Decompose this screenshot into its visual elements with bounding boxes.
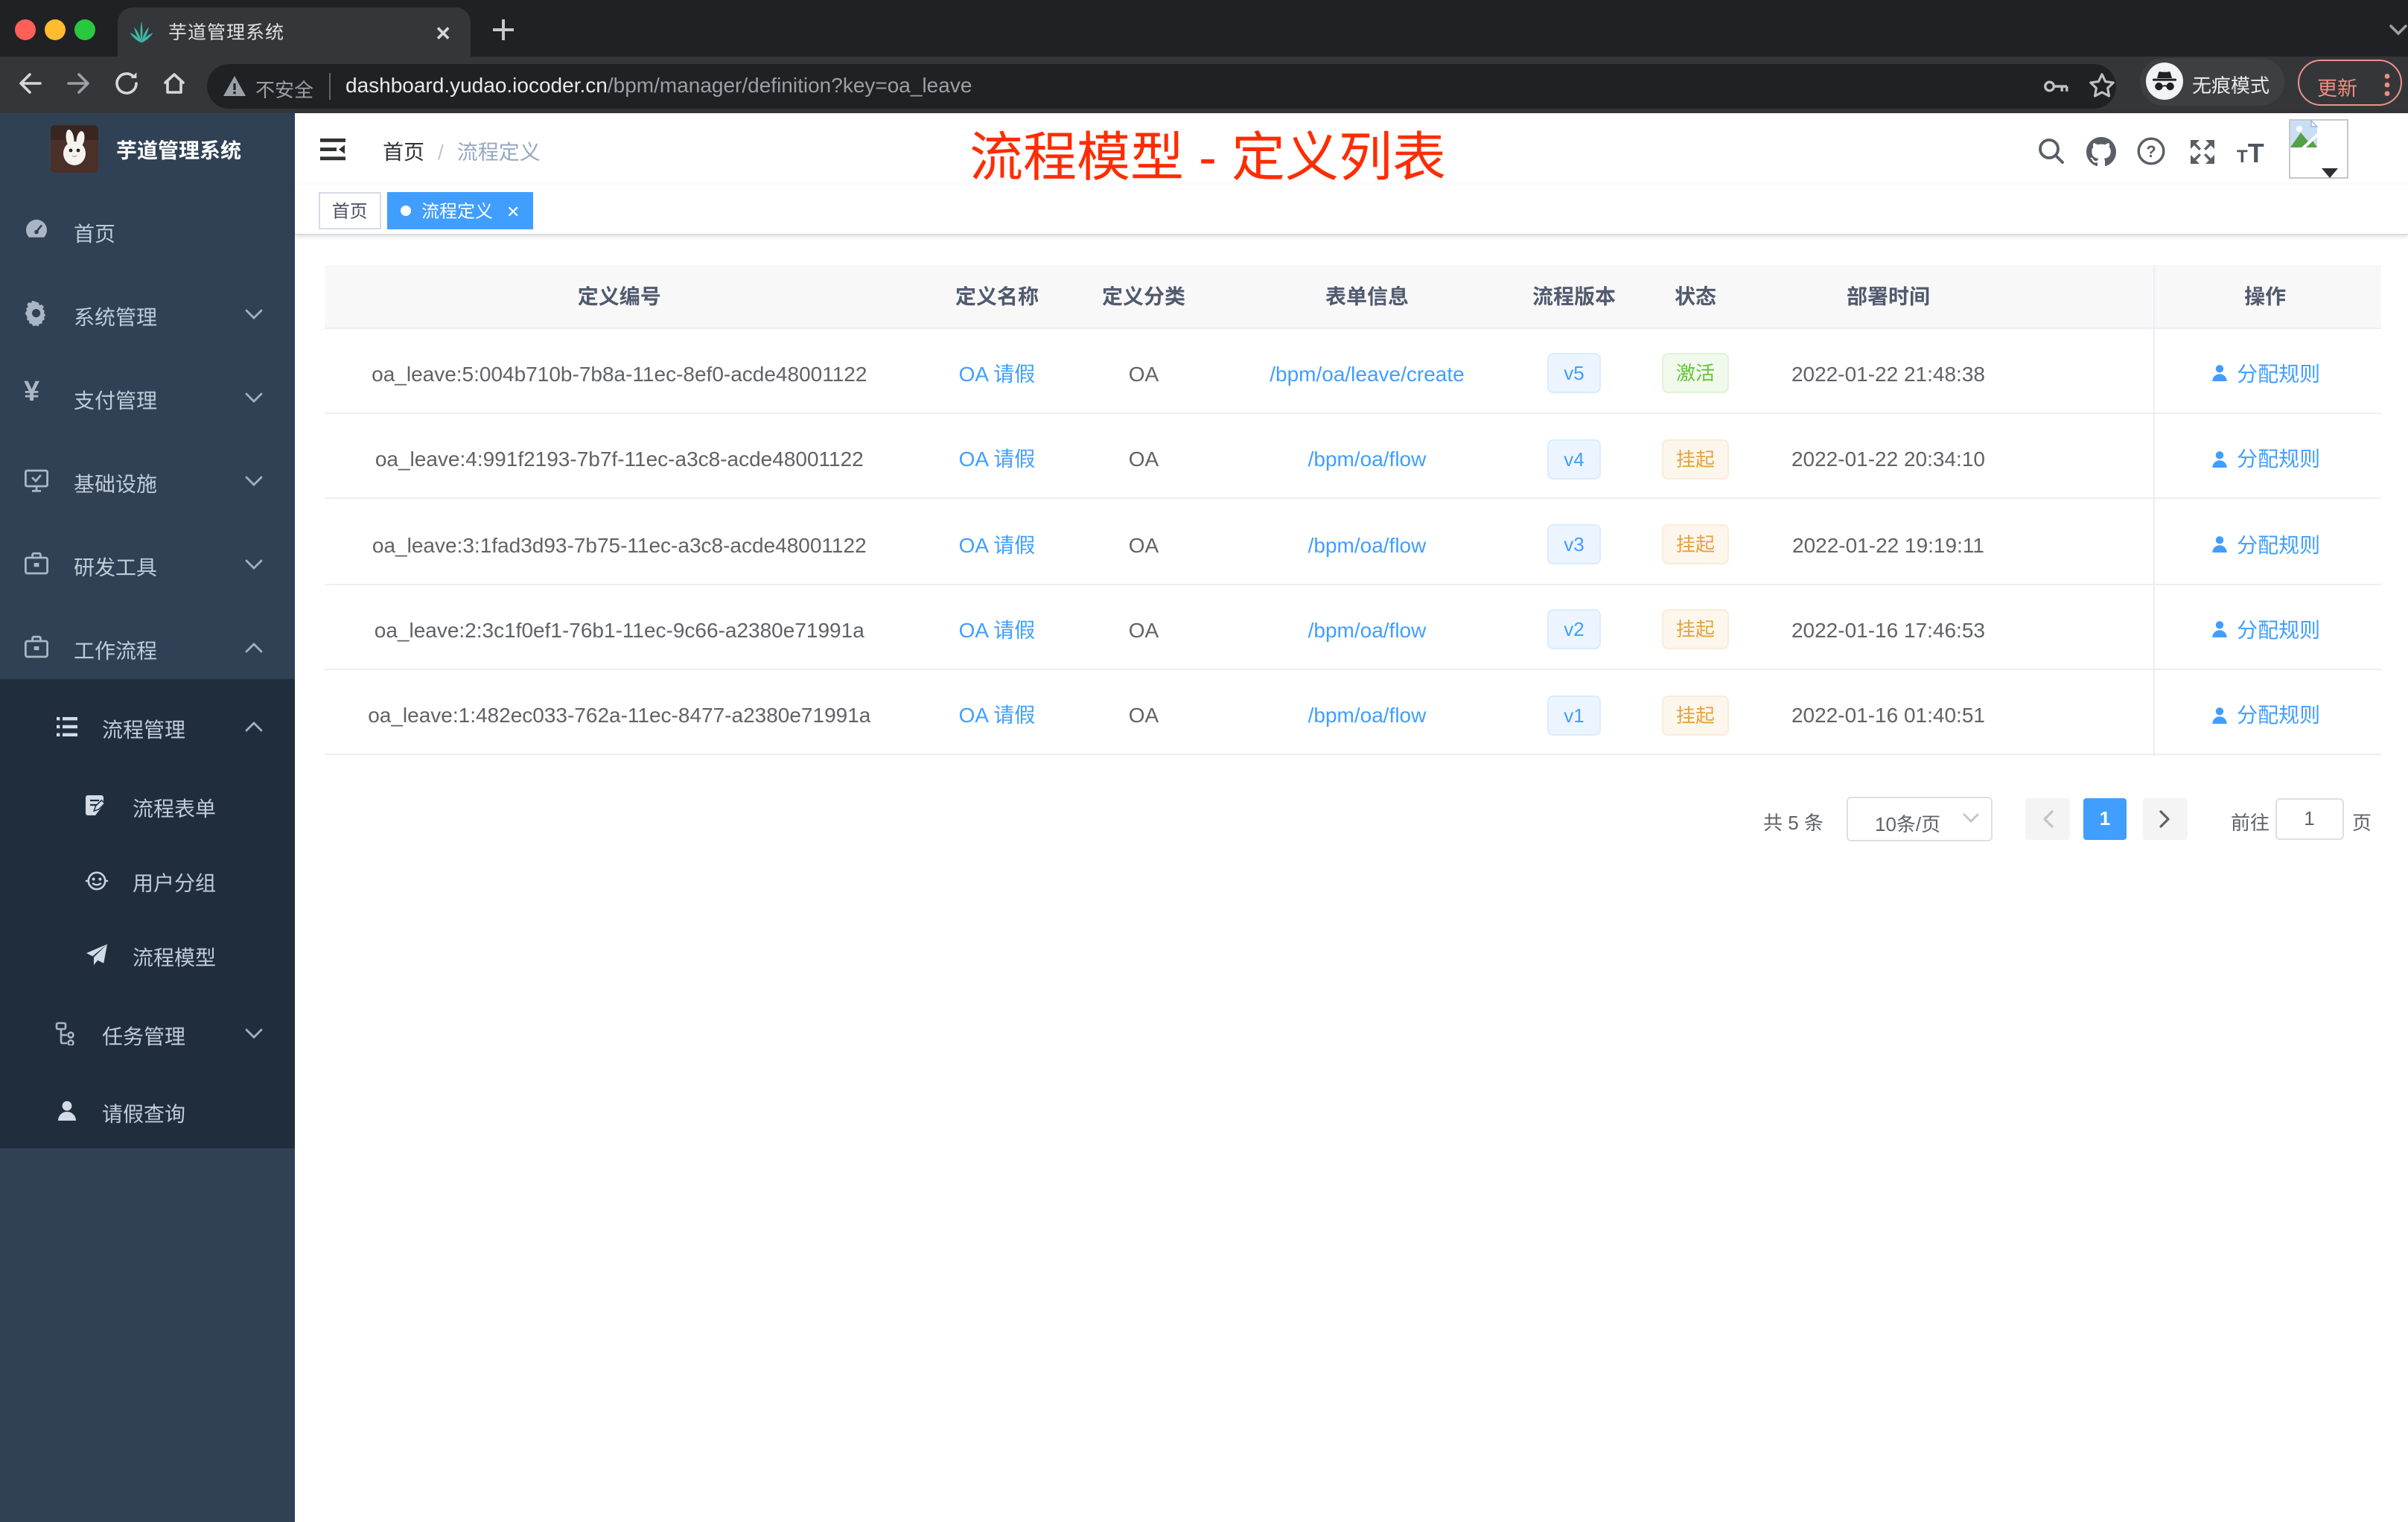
svg-text:?: ? bbox=[2145, 142, 2155, 161]
